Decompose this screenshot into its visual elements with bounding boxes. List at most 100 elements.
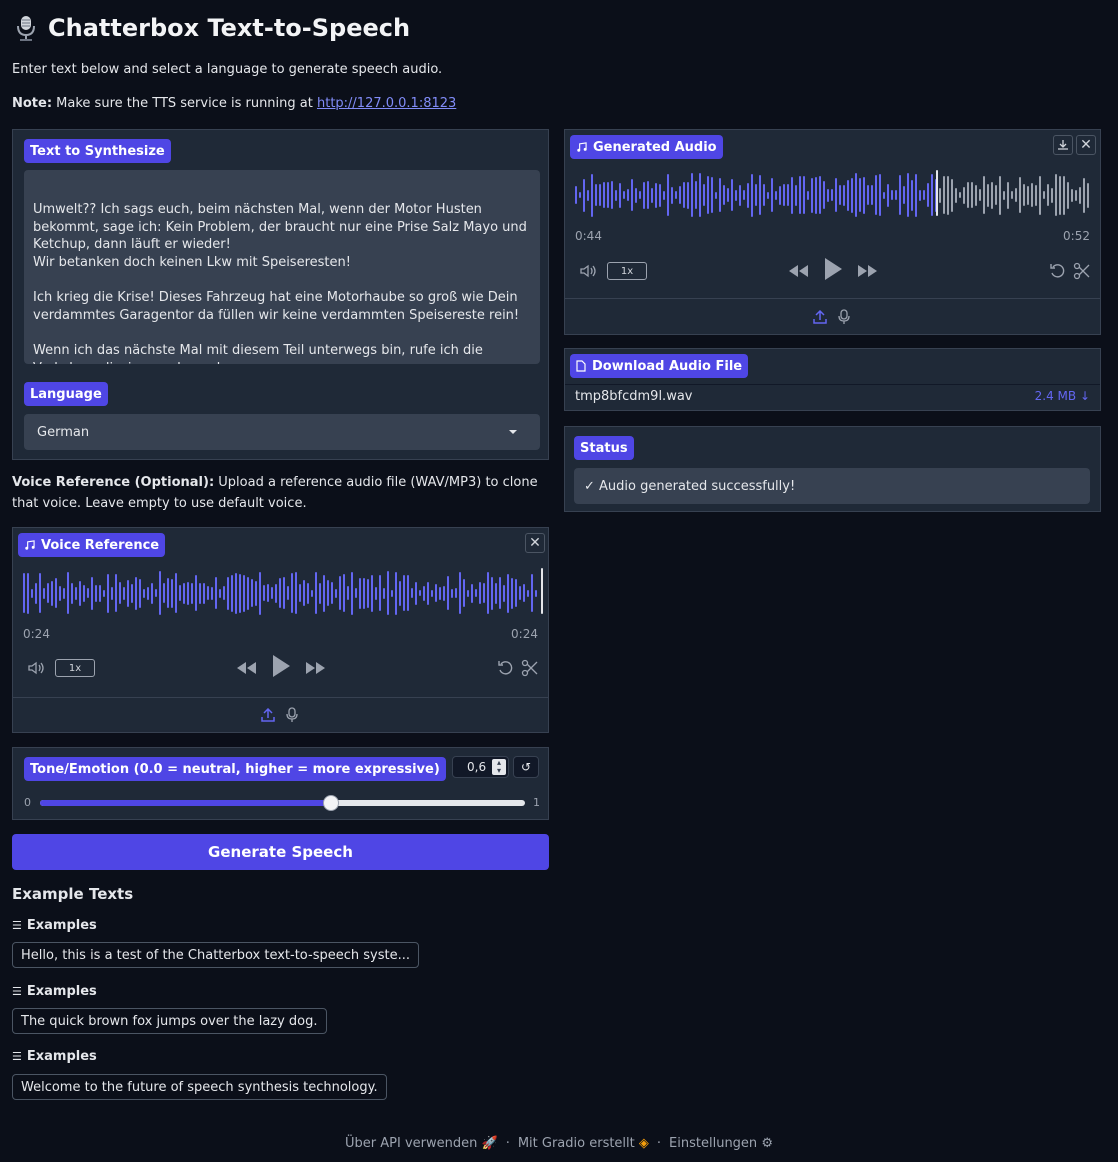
waveform-bar xyxy=(263,585,265,601)
waveform-bar xyxy=(535,589,537,597)
download-filename[interactable]: tmp8bfcdm9l.wav xyxy=(575,389,692,404)
rewind-icon[interactable] xyxy=(235,661,257,675)
waveform-bar xyxy=(907,173,909,217)
voice-desc-bold: Voice Reference (Optional): xyxy=(12,475,215,490)
playback-speed-button[interactable]: 1x xyxy=(55,659,95,677)
waveform-bar xyxy=(159,571,161,615)
waveform-bar xyxy=(579,192,581,198)
download-icon[interactable] xyxy=(1053,135,1073,155)
waveform-bar xyxy=(723,185,725,205)
waveform-bar xyxy=(999,175,1001,215)
waveform-bar xyxy=(35,582,37,604)
waveform-bar xyxy=(427,581,429,605)
status-label: Status xyxy=(574,436,634,460)
examples-label-text: Examples xyxy=(26,1049,97,1064)
rewind-icon[interactable] xyxy=(787,264,809,278)
waveform-bar xyxy=(603,182,605,208)
language-selected: German xyxy=(37,424,90,440)
play-icon[interactable] xyxy=(823,257,843,281)
playback-speed-button[interactable]: 1x xyxy=(607,262,647,280)
waveform-bar xyxy=(191,582,193,604)
tone-slider[interactable] xyxy=(40,795,525,811)
voice-time-current: 0:24 xyxy=(23,627,50,641)
service-link[interactable]: http://127.0.0.1:8123 xyxy=(317,96,456,111)
waveform-bar xyxy=(1015,188,1017,202)
waveform-bar xyxy=(679,186,681,204)
trim-scissors-icon[interactable] xyxy=(1073,262,1091,280)
fast-forward-icon[interactable] xyxy=(305,661,327,675)
download-label-text: Download Audio File xyxy=(592,358,743,374)
undo-icon[interactable] xyxy=(1049,262,1067,280)
voice-reference-panel: Voice Reference ✕ 0:24 0:24 1x xyxy=(12,527,549,733)
built-with-gradio-link[interactable]: Mit Gradio erstellt ◈ xyxy=(518,1136,649,1151)
language-dropdown[interactable]: German xyxy=(24,414,540,450)
upload-icon[interactable] xyxy=(261,708,275,722)
gear-icon: ⚙ xyxy=(761,1136,773,1151)
waveform-bar xyxy=(331,582,333,604)
waveform-bar xyxy=(859,178,861,212)
generated-waveform[interactable] xyxy=(575,170,1091,220)
text-input-value: Umwelt?? Ich sags euch, beim nächsten Ma… xyxy=(33,202,527,364)
waveform-bar xyxy=(847,179,849,211)
waveform-bar xyxy=(815,176,817,214)
clear-voice-button[interactable]: ✕ xyxy=(525,533,545,553)
waveform-bar xyxy=(335,588,337,598)
tone-number-input[interactable]: 0,6 ▴ ▾ xyxy=(452,756,509,778)
waveform-bar xyxy=(483,583,485,603)
waveform-bar xyxy=(51,580,53,606)
settings-link[interactable]: Einstellungen ⚙ xyxy=(669,1136,773,1151)
stepper-icon[interactable]: ▴ ▾ xyxy=(492,759,506,775)
waveform-bar xyxy=(127,579,129,607)
microphone-record-icon[interactable] xyxy=(838,309,850,325)
waveform-bar xyxy=(183,582,185,604)
waveform-bar xyxy=(715,191,717,199)
voice-reference-label: Voice Reference xyxy=(18,533,166,557)
waveform-bar xyxy=(523,584,525,602)
voice-waveform[interactable] xyxy=(23,568,543,618)
undo-icon[interactable] xyxy=(497,659,515,677)
play-icon[interactable] xyxy=(271,654,291,678)
clear-audio-button[interactable]: ✕ xyxy=(1076,135,1096,155)
waveform-bar xyxy=(811,177,813,213)
text-input[interactable]: Umwelt?? Ich sags euch, beim nächsten Ma… xyxy=(24,170,540,364)
waveform-bar xyxy=(731,179,733,211)
waveform-bar xyxy=(199,582,201,604)
waveform-bar xyxy=(435,584,437,602)
download-size-link[interactable]: 2.4 MB ↓ xyxy=(1035,389,1090,403)
waveform-bar xyxy=(835,178,837,212)
tone-value: 0,6 xyxy=(467,760,487,774)
waveform-bar xyxy=(267,584,269,602)
generate-speech-button[interactable]: Generate Speech xyxy=(12,834,549,870)
text-label-text: Text to Synthesize xyxy=(30,143,165,159)
waveform-bar xyxy=(175,573,177,613)
upload-icon[interactable] xyxy=(813,310,827,324)
waveform-bar xyxy=(47,583,49,603)
waveform-bar xyxy=(455,588,457,598)
example-button[interactable]: Welcome to the future of speech synthesi… xyxy=(12,1074,387,1100)
waveform-bar xyxy=(911,179,913,211)
waveform-bar xyxy=(167,578,169,608)
tone-reset-button[interactable]: ↺ xyxy=(513,756,539,778)
volume-icon[interactable] xyxy=(579,263,599,279)
waveform-bar xyxy=(251,579,253,607)
language-label: Language xyxy=(24,382,108,406)
waveform-bar xyxy=(1083,177,1085,213)
tone-slider-thumb[interactable] xyxy=(323,795,339,811)
playhead xyxy=(936,170,938,216)
waveform-bar xyxy=(111,586,113,600)
use-api-link[interactable]: Über API verwenden 🚀 xyxy=(345,1136,498,1151)
generated-audio-panel: Generated Audio ✕ 0:44 0:52 1x xyxy=(564,129,1101,335)
trim-scissors-icon[interactable] xyxy=(521,659,539,677)
waveform-bar xyxy=(703,184,705,206)
fast-forward-icon[interactable] xyxy=(857,264,879,278)
example-button[interactable]: Hello, this is a test of the Chatterbox … xyxy=(12,942,419,968)
waveform-bar xyxy=(371,574,373,612)
waveform-bar xyxy=(339,576,341,610)
microphone-record-icon[interactable] xyxy=(286,707,298,723)
slider-max-label: 1 xyxy=(533,796,540,809)
waveform-bar xyxy=(379,575,381,611)
example-button[interactable]: The quick brown fox jumps over the lazy … xyxy=(12,1008,327,1034)
volume-icon[interactable] xyxy=(27,660,47,676)
waveform-bar xyxy=(471,583,473,603)
waveform-bar xyxy=(255,580,257,606)
